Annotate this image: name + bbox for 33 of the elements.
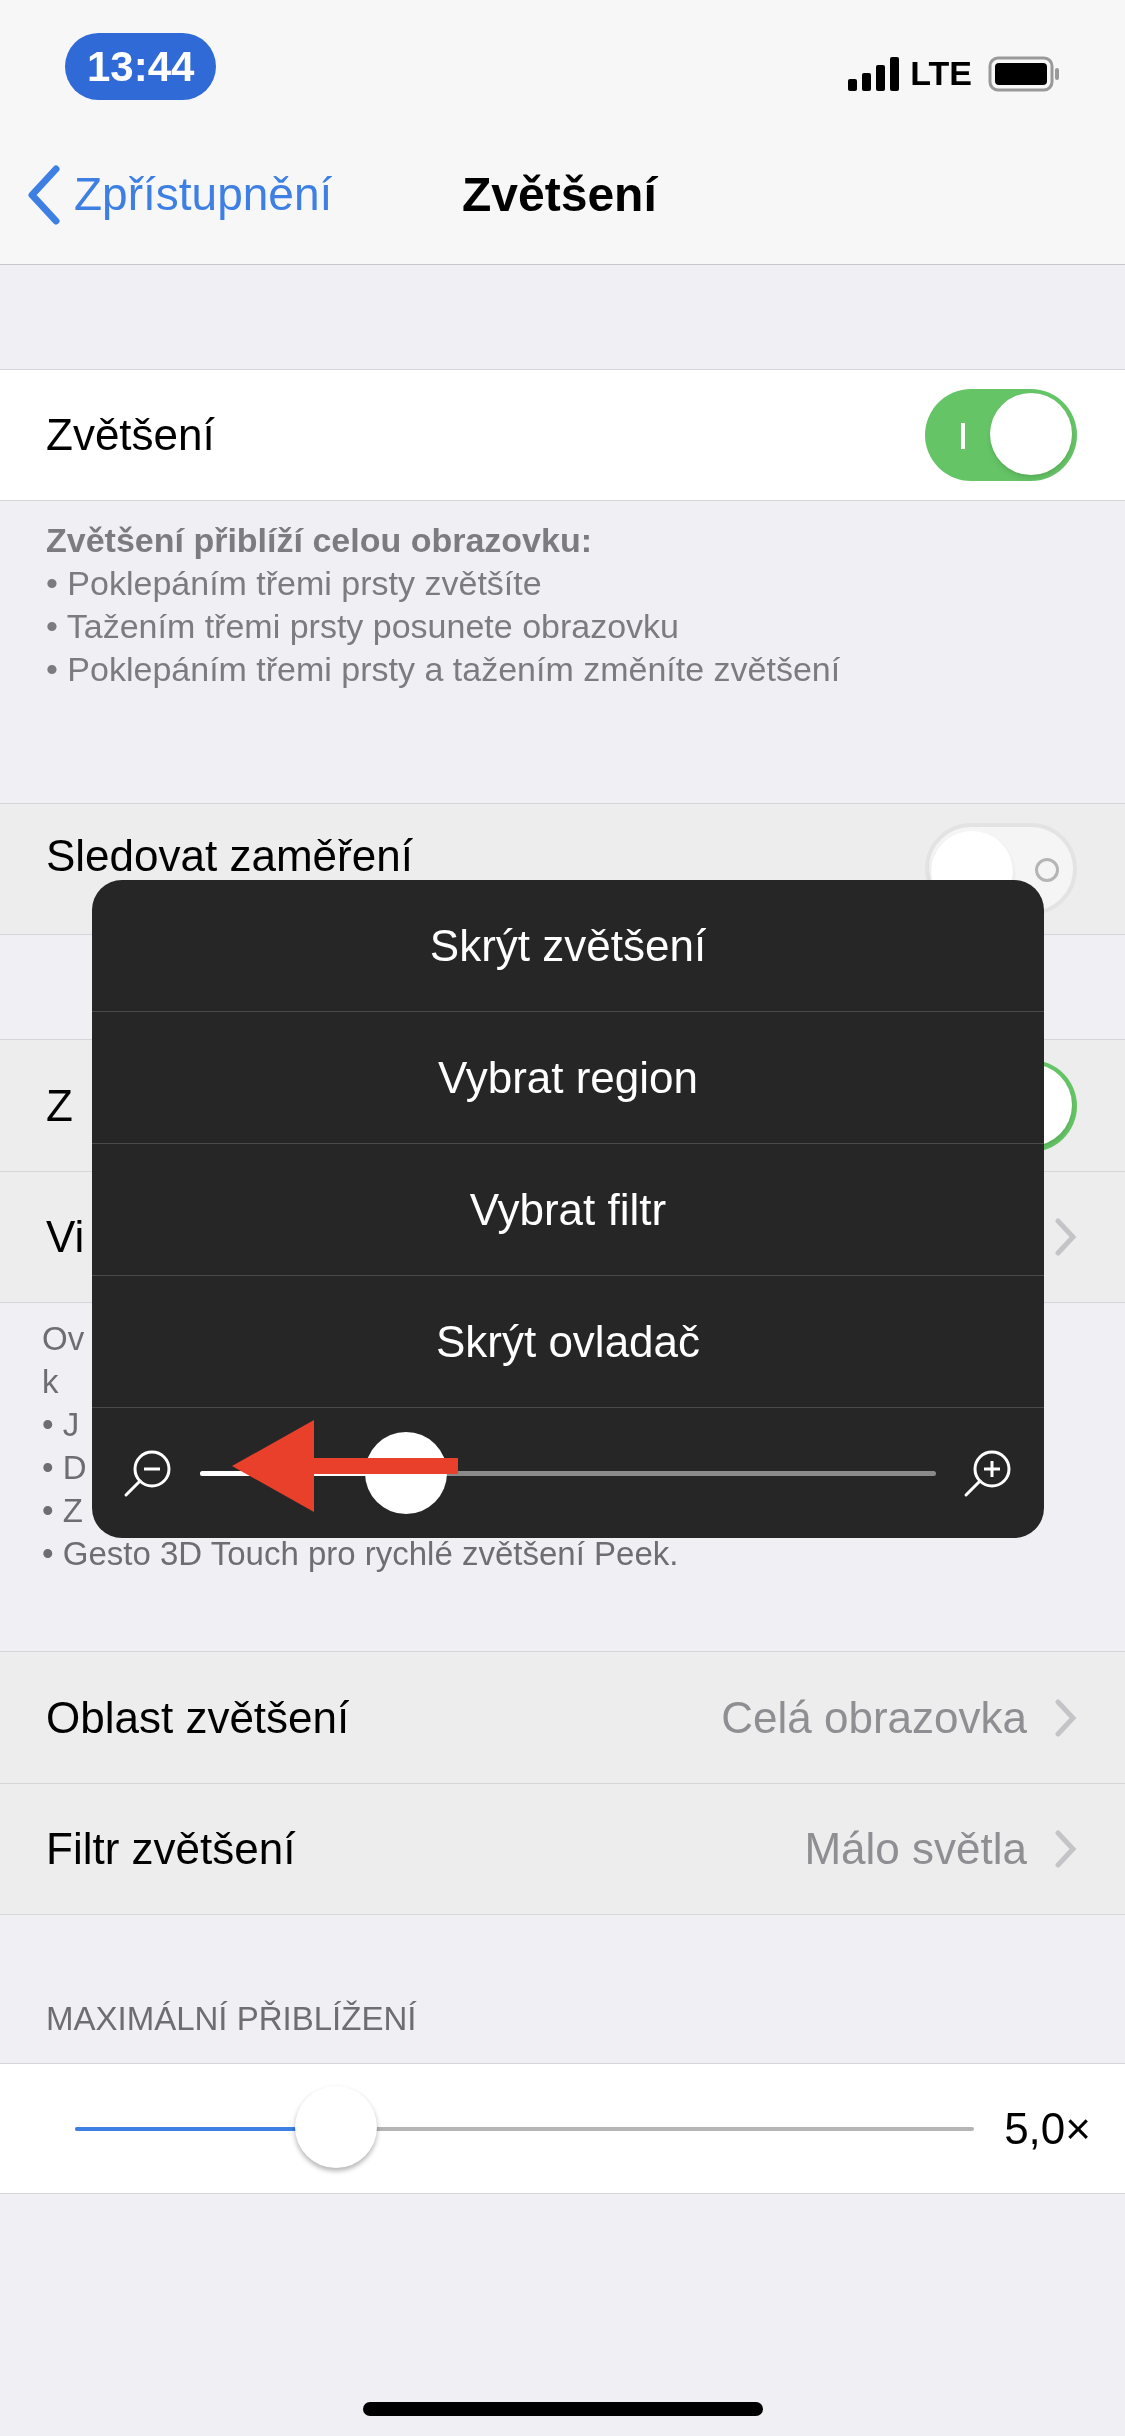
footer-text: k <box>42 1362 59 1402</box>
footer-bullet: • Poklepáním třemi prsty a tažením změníte zvětšení <box>46 649 842 690</box>
chevron-icon <box>1055 1698 1077 1737</box>
menu-item[interactable]: Skrýt zvětšení <box>92 880 1044 1012</box>
footer-bullet: • Z <box>42 1491 83 1531</box>
setting-value: Celá obrazovka <box>721 1691 1027 1744</box>
setting-label: Sledovat zaměření <box>46 832 413 880</box>
setting-label: Filtr zvětšení <box>46 1823 296 1875</box>
network-label: LTE <box>910 53 972 94</box>
menu-item[interactable]: Skrýt ovladač <box>92 1276 1044 1408</box>
menu-item[interactable]: Vybrat region <box>92 1012 1044 1144</box>
footer-bullet: • J <box>42 1405 80 1445</box>
status-time: 13:44 <box>65 33 217 100</box>
back-button[interactable]: Zpřístupnění <box>26 160 333 229</box>
menu-item[interactable]: Vybrat filtr <box>92 1144 1044 1276</box>
section-header: MAXIMÁLNÍ PŘIBLÍŽENÍ <box>46 1998 417 2039</box>
setting-value: Málo světla <box>804 1823 1027 1875</box>
setting-label: Vi <box>46 1211 85 1263</box>
back-chevron-icon <box>26 164 62 225</box>
setting-label: Oblast zvětšení <box>46 1691 350 1744</box>
footer-bullet: • Tažením třemi prsty posunete obrazovku <box>46 606 681 647</box>
setting-label: Zvětšení <box>46 409 215 461</box>
chevron-icon <box>1055 1218 1077 1256</box>
footer-text: Ov <box>42 1319 85 1359</box>
footer-bullet: • D <box>42 1448 87 1488</box>
chevron-icon <box>1055 1830 1077 1868</box>
page-title: Zvětšení <box>462 166 657 223</box>
setting-label: Z <box>46 1079 73 1132</box>
footer-bullet: • Gesto 3D Touch pro rychlé zvětšení Peek. <box>42 1534 679 1574</box>
max-zoom-value: 5,0× <box>1004 2102 1091 2155</box>
battery-icon <box>988 55 1060 92</box>
footer-bullet: • Poklepáním třemi prsty zvětšíte <box>46 563 543 604</box>
footer-heading: Zvětšení přiblíží celou obrazovku: <box>46 520 593 561</box>
